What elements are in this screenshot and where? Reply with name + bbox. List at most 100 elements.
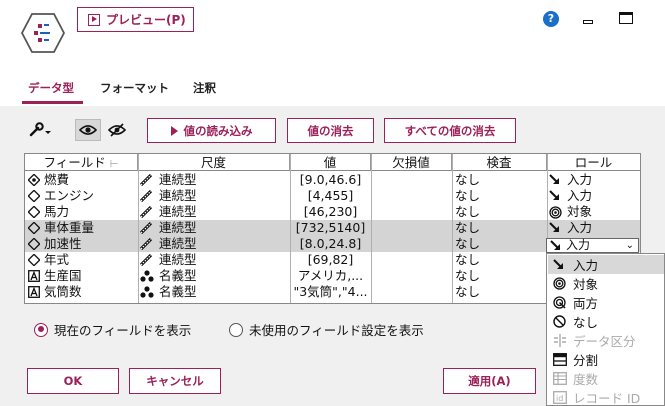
show-current-radio[interactable] (34, 322, 48, 337)
header-missing[interactable]: 欠損値 (371, 154, 452, 171)
field-name: エンジン (44, 188, 95, 203)
role-option[interactable]: 両方 (548, 293, 664, 312)
frequency-icon (553, 372, 567, 385)
measure-value[interactable]: 連続型 (159, 204, 249, 220)
eye-icon (79, 125, 97, 135)
show-fields-toggle[interactable] (75, 119, 101, 141)
input-arrow-icon (550, 239, 560, 250)
text-a-icon (28, 286, 42, 302)
eye-off-icon (108, 123, 126, 137)
measure-value[interactable]: 連続型 (159, 236, 249, 252)
field-values[interactable]: [8.0,24.8] (290, 236, 371, 252)
input-arrow-icon (553, 258, 567, 271)
active-tab-indicator (22, 101, 83, 104)
field-values[interactable]: [69,82] (290, 252, 371, 268)
check-value[interactable]: なし (455, 172, 545, 188)
column-divider (138, 154, 139, 303)
show-unused-option[interactable]: 未使用のフィールド設定を表示 (229, 320, 424, 339)
role-select[interactable]: 入力 ⌄ (546, 238, 639, 253)
measure-value[interactable]: 連続型 (159, 172, 249, 188)
field-values[interactable]: "3気筒","4... (290, 284, 371, 300)
field-values[interactable]: [4,455] (290, 188, 371, 204)
header-value[interactable]: 値 (290, 154, 371, 171)
cancel-button[interactable]: キャンセル (129, 368, 221, 394)
role-option: id レコード ID (548, 388, 664, 406)
field-values[interactable]: [9.0,46.6] (290, 172, 371, 188)
role-value[interactable]: 入力 (567, 188, 627, 204)
missing-values[interactable] (371, 204, 452, 220)
measure-value[interactable]: 名義型 (159, 268, 249, 284)
tab-format[interactable]: フォーマット (100, 80, 169, 96)
role-dropdown: 入力対象 両方なし データ区分分割度数 id レコード ID (546, 253, 665, 406)
role-select-value: 入力 (566, 238, 591, 252)
missing-values[interactable] (371, 252, 452, 268)
header-role[interactable]: ロール (547, 154, 640, 171)
read-values-button[interactable]: 値の読み込み (147, 118, 276, 143)
missing-values[interactable] (371, 236, 452, 252)
none-icon (553, 315, 567, 328)
role-option-label: なし (573, 315, 599, 330)
tab-annotation[interactable]: 注釈 (193, 80, 216, 96)
minimize-icon[interactable] (583, 20, 593, 24)
header-check[interactable]: 検査 (452, 154, 547, 171)
clear-values-button[interactable]: 値の消去 (287, 118, 374, 143)
hide-fields-toggle[interactable] (104, 119, 130, 141)
role-option[interactable]: 分割 (548, 350, 664, 369)
show-unused-radio[interactable] (229, 322, 243, 337)
check-value[interactable]: なし (455, 220, 545, 236)
header-measure[interactable]: 尺度 (138, 154, 290, 171)
sort-icon: ⊢ (109, 159, 119, 170)
type-node-icon (21, 13, 65, 53)
field-values[interactable]: [732,5140] (290, 220, 371, 236)
show-current-label: 現在のフィールドを表示 (54, 323, 192, 338)
apply-button[interactable]: 適用(A) (443, 368, 536, 394)
show-current-option[interactable]: 現在のフィールドを表示 (34, 320, 191, 339)
field-values[interactable]: アメリカ,... (290, 268, 371, 284)
measure-value[interactable]: 連続型 (159, 252, 249, 268)
role-option[interactable]: 入力 (548, 255, 664, 274)
role-option[interactable]: 対象 (548, 274, 664, 293)
field-name: 年式 (44, 252, 70, 267)
preview-button[interactable]: プレビュー(P) (77, 7, 194, 32)
field-name: 生産国 (44, 268, 82, 283)
field-name: 気筒数 (44, 284, 82, 299)
role-option-label: 対象 (573, 277, 599, 292)
check-value[interactable]: なし (455, 268, 545, 284)
split-icon (553, 353, 567, 366)
missing-values[interactable] (371, 284, 452, 300)
missing-values[interactable] (371, 220, 452, 236)
check-value[interactable]: なし (455, 204, 545, 220)
ok-button[interactable]: OK (27, 368, 119, 394)
missing-values[interactable] (371, 172, 452, 188)
check-value[interactable]: なし (455, 284, 545, 300)
partition-icon (553, 334, 567, 347)
field-values[interactable]: [46,230] (290, 204, 371, 220)
role-option[interactable]: なし (548, 312, 664, 331)
check-value[interactable]: なし (455, 236, 545, 252)
target-icon (553, 277, 567, 290)
wrench-icon[interactable] (28, 122, 52, 138)
play-icon (88, 13, 100, 26)
check-value[interactable]: なし (455, 188, 545, 204)
header-field[interactable]: フィールド ⊢ (25, 154, 138, 171)
role-option-label: 入力 (573, 258, 599, 273)
tab-data-type[interactable]: データ型 (28, 80, 74, 96)
role-option-label: 度数 (573, 372, 599, 387)
measure-value[interactable]: 連続型 (159, 188, 249, 204)
missing-values[interactable] (371, 268, 452, 284)
role-value[interactable]: 入力 (567, 220, 627, 236)
both-icon (553, 296, 567, 309)
help-icon[interactable]: ? (543, 11, 559, 27)
missing-values[interactable] (371, 188, 452, 204)
role-value[interactable]: 入力 (567, 172, 627, 188)
role-option-label: 分割 (573, 353, 599, 368)
check-value[interactable]: なし (455, 252, 545, 268)
measure-value[interactable]: 名義型 (159, 284, 249, 300)
role-option: データ区分 (548, 331, 664, 350)
role-value[interactable]: 対象 (567, 204, 627, 220)
preview-label: プレビュー(P) (106, 13, 186, 27)
read-values-label: 値の読み込み (183, 123, 253, 138)
clear-all-values-button[interactable]: すべての値の消去 (384, 118, 516, 143)
maximize-icon[interactable] (619, 12, 633, 24)
measure-value[interactable]: 連続型 (159, 220, 249, 236)
